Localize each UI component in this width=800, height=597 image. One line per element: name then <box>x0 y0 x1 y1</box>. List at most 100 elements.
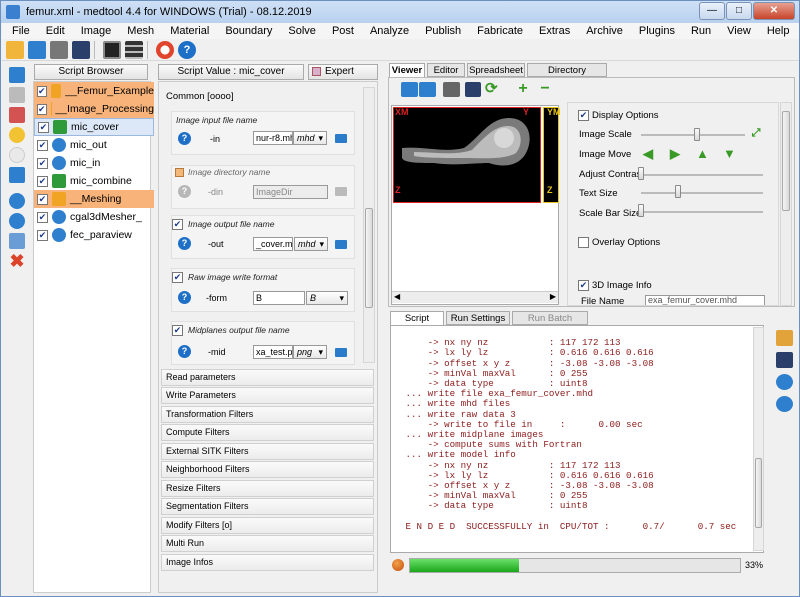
folder-icon[interactable] <box>443 82 460 97</box>
menu-extras[interactable]: Extras <box>529 25 576 37</box>
run-status-indicator[interactable] <box>392 559 404 571</box>
expand-icon[interactable]: ⤢ <box>750 127 762 139</box>
zoom-icon[interactable] <box>776 374 793 390</box>
output-file-field[interactable]: _cover.mhd <box>253 237 293 251</box>
help-icon[interactable]: ? <box>178 345 191 358</box>
remove-icon[interactable]: − <box>539 81 551 97</box>
help-icon[interactable]: ? <box>178 291 191 304</box>
add-icon[interactable]: + <box>517 81 529 97</box>
tree-item[interactable]: ✔ mic_in <box>34 154 154 172</box>
checkbox[interactable]: ✔ <box>37 157 48 169</box>
menu-fabricate[interactable]: Fabricate <box>467 25 529 37</box>
move-right-icon[interactable]: ▶ <box>669 147 681 160</box>
move-left-icon[interactable]: ◀ <box>642 147 654 160</box>
zoom-in-icon[interactable] <box>776 396 793 412</box>
image-scale-slider[interactable] <box>641 134 745 136</box>
section-transformation-filters[interactable]: Transformation Filters <box>161 406 374 423</box>
menu-image[interactable]: Image <box>71 25 118 37</box>
tree-item[interactable]: ✔ mic_out <box>34 136 154 154</box>
scale-bar-slider[interactable] <box>641 211 763 213</box>
console-scrollbar[interactable] <box>753 327 764 551</box>
script-output-console[interactable]: -> nx ny nz : 117 172 113 -> lx ly lz : … <box>390 325 764 553</box>
open-folder-icon[interactable] <box>28 40 46 59</box>
monitor-icon[interactable] <box>103 40 121 59</box>
lifebuoy-icon[interactable] <box>156 40 174 59</box>
scrollbar-thumb[interactable] <box>365 208 373 308</box>
search-edit-icon[interactable] <box>9 167 25 183</box>
checkbox[interactable]: ✔ <box>172 325 183 336</box>
checkbox[interactable]: ✔ <box>37 85 47 97</box>
help-icon[interactable]: ? <box>178 132 191 145</box>
file-name-field[interactable]: exa_femur_cover.mhd <box>645 295 765 305</box>
menu-mesh[interactable]: Mesh <box>117 25 160 37</box>
contrast-slider[interactable] <box>641 174 763 176</box>
tree-item[interactable]: ✔ mic_cover <box>34 118 154 136</box>
image-scale-thumb[interactable] <box>694 128 700 141</box>
tree-item[interactable]: ✔ __Meshing <box>34 190 154 208</box>
write-format-field[interactable]: B <box>253 291 305 305</box>
input-format-select[interactable]: mhd <box>293 131 327 145</box>
write-format-select[interactable]: B <box>306 291 348 305</box>
folder-icon[interactable] <box>335 348 347 357</box>
menu-file[interactable]: File <box>2 25 36 37</box>
directory-field[interactable]: ImageDir <box>253 185 328 199</box>
section-neighborhood-filters[interactable]: Neighborhood Filters <box>161 461 374 478</box>
checkbox[interactable]: ✔ <box>38 121 49 133</box>
section-multi-run[interactable]: Multi Run <box>161 535 374 552</box>
bulb-off-icon[interactable] <box>9 147 25 163</box>
folder-icon[interactable] <box>335 187 347 196</box>
tree-item[interactable]: ✔ __Femur_Example <box>34 82 154 100</box>
tab-viewer[interactable]: Viewer <box>389 63 425 77</box>
menu-edit[interactable]: Edit <box>36 25 71 37</box>
move-up-icon[interactable]: ▲ <box>696 147 709 160</box>
help-icon[interactable]: ? <box>178 237 191 250</box>
section-modify-filters[interactable]: Modify Filters [o] <box>161 517 374 534</box>
copy-icon[interactable] <box>9 87 25 103</box>
menu-plugins[interactable]: Plugins <box>629 25 681 37</box>
menu-archive[interactable]: Archive <box>576 25 629 37</box>
new-script-icon[interactable] <box>6 40 24 59</box>
menu-run[interactable]: Run <box>681 25 717 37</box>
tab-editor[interactable]: Editor <box>427 63 465 77</box>
image-info-checkbox[interactable]: ✔ <box>578 280 589 291</box>
checkbox[interactable]: ✔ <box>37 103 47 115</box>
close-button[interactable]: ✕ <box>753 2 795 20</box>
move-down-icon[interactable]: ▼ <box>723 147 736 160</box>
tree-item[interactable]: ✔ mic_combine <box>34 172 154 190</box>
params-scrollbar[interactable] <box>363 87 375 363</box>
scale-bar-thumb[interactable] <box>638 204 644 217</box>
tab-spreadsheet[interactable]: Spreadsheet <box>467 63 525 77</box>
section-read-parameters[interactable]: Read parameters <box>161 369 374 386</box>
save-icon[interactable] <box>465 82 481 97</box>
display-options-checkbox[interactable]: ✔ <box>578 110 589 121</box>
checkbox[interactable]: ✔ <box>37 193 48 205</box>
magic-wand-icon[interactable] <box>776 330 793 346</box>
output-format-select[interactable]: mhd <box>294 237 328 251</box>
scroll-right-icon[interactable]: ▶ <box>550 292 556 301</box>
checkbox[interactable]: ✔ <box>37 211 48 223</box>
menu-post[interactable]: Post <box>322 25 360 37</box>
tree-item[interactable]: ✔ cgal3dMesher_ <box>34 208 154 226</box>
clipboard-icon[interactable] <box>9 233 25 249</box>
midplane-format-select[interactable]: png <box>293 345 327 359</box>
display-options-scrollbar[interactable] <box>780 102 792 306</box>
input-file-field[interactable]: nur-r8.mhd <box>253 131 293 145</box>
section-image-infos[interactable]: Image Infos <box>161 554 374 571</box>
common-section-title[interactable]: Common [oooo] <box>166 91 234 102</box>
scrollbar-thumb[interactable] <box>755 458 762 528</box>
folder-icon[interactable] <box>335 134 347 143</box>
gear-icon[interactable] <box>9 193 25 209</box>
menu-view[interactable]: View <box>717 25 757 37</box>
checkbox[interactable]: ✔ <box>37 175 48 187</box>
checkbox[interactable]: ✔ <box>37 229 48 241</box>
horizontal-scrollbar[interactable]: ◀ ▶ <box>392 291 558 303</box>
scroll-left-icon[interactable]: ◀ <box>394 292 400 301</box>
section-write-parameters[interactable]: Write Parameters <box>161 387 374 404</box>
menu-publish[interactable]: Publish <box>415 25 467 37</box>
minimize-button[interactable]: — <box>699 2 725 20</box>
section-segmentation-filters[interactable]: Segmentation Filters <box>161 498 374 515</box>
grid-view-icon[interactable] <box>125 40 143 59</box>
checkbox[interactable]: ✔ <box>37 139 48 151</box>
delete-x-icon[interactable]: ✖ <box>9 252 25 270</box>
bulb-icon[interactable] <box>9 127 25 143</box>
